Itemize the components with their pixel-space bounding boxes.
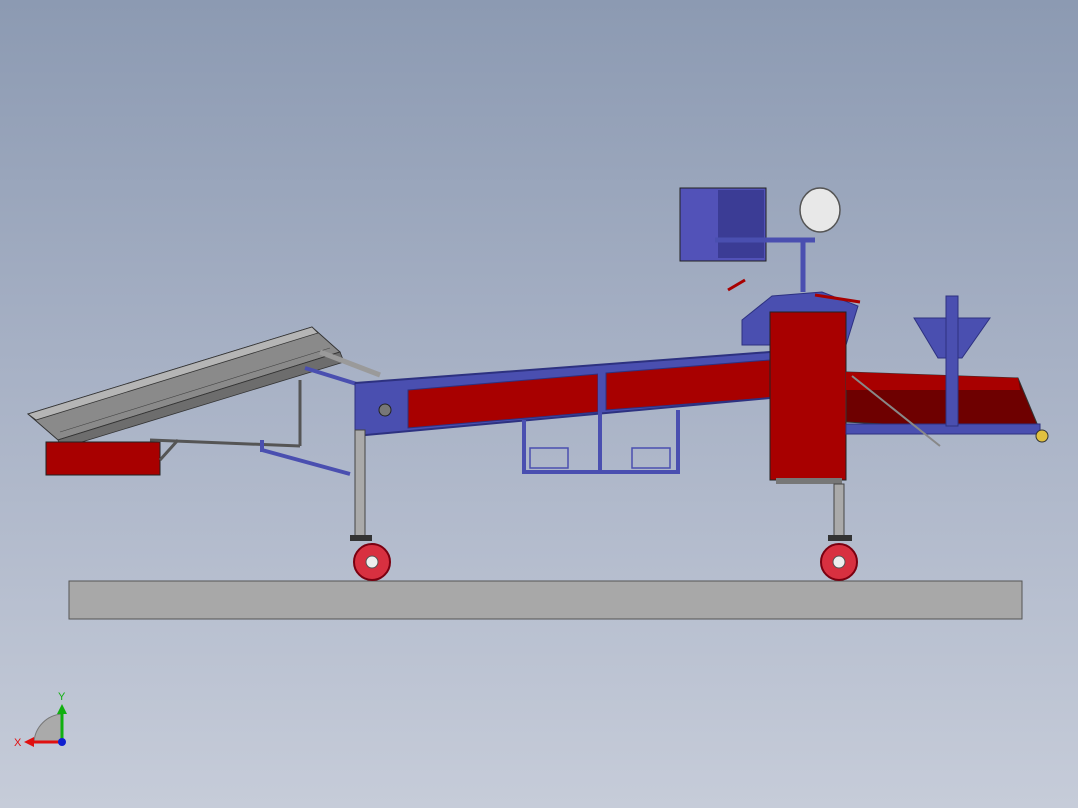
main-conveyor <box>354 351 771 437</box>
ground-plate <box>68 580 1023 620</box>
axis-triad: X Y <box>14 691 67 749</box>
rear-leg <box>820 483 858 581</box>
x-axis-label: X <box>14 737 22 749</box>
feeder-strut <box>260 366 361 476</box>
feeder-box <box>45 441 161 476</box>
motor-drum <box>799 187 841 233</box>
cad-viewport[interactable]: X Y <box>0 0 1078 808</box>
machine-drawing: X Y <box>14 187 1049 749</box>
control-box <box>679 187 815 292</box>
front-leg <box>350 429 391 581</box>
feeder-conveyor <box>26 326 345 449</box>
y-axis-label: Y <box>58 691 66 703</box>
